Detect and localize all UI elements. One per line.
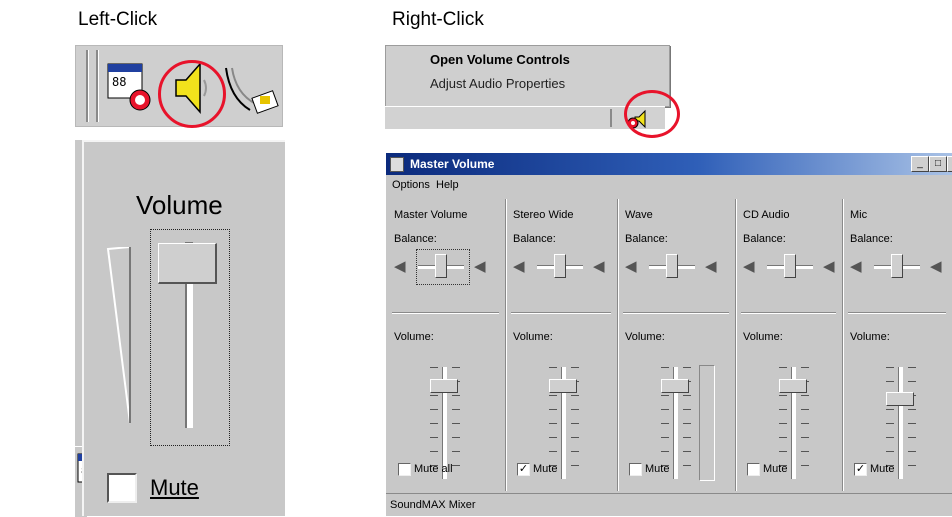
balance-label: Balance: (743, 233, 786, 245)
right-speaker-icon: ◀ (593, 258, 605, 275)
left-speaker-icon: ◀ (513, 258, 525, 275)
balance-slider-thumb[interactable] (666, 254, 678, 278)
channel-2: Wave Balance: ◀ ◀ Volume: Mute (617, 199, 736, 491)
volume-slider-thumb[interactable] (430, 379, 458, 393)
volume-slider-thumb[interactable] (886, 392, 914, 406)
mute-checkbox[interactable]: ✓ (517, 463, 530, 476)
balance-slider-thumb[interactable] (891, 254, 903, 278)
mute-label[interactable]: Mute (150, 475, 199, 501)
tray-separator (96, 50, 98, 122)
left-click-caption: Left-Click (78, 9, 158, 30)
channel-3: CD Audio Balance: ◀ ◀ Volume: Mute (735, 199, 843, 491)
channel-4: Mic Balance: ◀ ◀ Volume: ✓ Mute (842, 199, 952, 491)
volume-label: Volume: (513, 331, 553, 343)
channel-name: Wave (625, 209, 653, 221)
master-volume-window: Master Volume _ □ × Options Help Master … (386, 153, 952, 516)
mute-label[interactable]: Mute (533, 463, 557, 475)
channel-0: Master Volume Balance: ◀ ◀ Volume: Mute all (386, 199, 506, 491)
divider (392, 312, 499, 314)
balance-label: Balance: (513, 233, 556, 245)
mute-label[interactable]: Mute all (414, 463, 453, 475)
app-icon (390, 157, 404, 172)
menu-help[interactable]: Help (436, 179, 459, 191)
left-speaker-icon: ◀ (625, 258, 637, 275)
close-button[interactable]: × (947, 156, 952, 172)
svg-text:88: 88 (112, 75, 126, 89)
volume-label: Volume: (625, 331, 665, 343)
volume-slider-thumb[interactable] (158, 243, 217, 284)
menu-item-label: Adjust Audio Properties (430, 76, 566, 91)
menu-item-open-volume-controls[interactable]: Open Volume Controls (430, 52, 570, 67)
tray-separator (86, 50, 88, 122)
volume-slider-track[interactable] (898, 367, 903, 479)
mute-checkbox[interactable]: ✓ (854, 463, 867, 476)
highlight-circle (158, 60, 226, 128)
channel-name: Mic (850, 209, 868, 221)
balance-label: Balance: (394, 233, 437, 245)
balance-label: Balance: (850, 233, 893, 245)
volume-label: Volume: (743, 331, 783, 343)
peak-meter (699, 365, 715, 481)
balance-label: Balance: (625, 233, 668, 245)
menu-item-adjust-audio-properties[interactable]: Adjust Audio Properties (430, 76, 565, 91)
divider (511, 312, 611, 314)
right-speaker-icon: ◀ (474, 258, 486, 275)
mute-label[interactable]: Mute (645, 463, 669, 475)
mute-checkbox[interactable] (747, 463, 760, 476)
mute-label[interactable]: Mute (763, 463, 787, 475)
mute-checkbox[interactable] (629, 463, 642, 476)
status-text: SoundMAX Mixer (390, 499, 476, 511)
right-speaker-icon: ◀ (705, 258, 717, 275)
menu-item-label: Open Volume Controls (430, 52, 570, 67)
mute-checkbox[interactable] (107, 473, 137, 503)
right-speaker-icon: ◀ (930, 258, 942, 275)
mute-label[interactable]: Mute (870, 463, 894, 475)
minimize-button[interactable]: _ (911, 156, 929, 172)
window-title: Master Volume (410, 157, 495, 171)
title-bar: Master Volume _ □ × (386, 153, 952, 175)
right-click-caption: Right-Click (392, 9, 484, 30)
scheduler-icon[interactable]: 88 (104, 60, 160, 116)
channel-name: Master Volume (394, 209, 468, 221)
tray-separator (610, 109, 612, 127)
volume-label: Volume: (850, 331, 890, 343)
left-speaker-icon: ◀ (850, 258, 862, 275)
volume-slider-thumb[interactable] (661, 379, 689, 393)
volume-slider-thumb[interactable] (549, 379, 577, 393)
menu-options[interactable]: Options (392, 179, 430, 191)
menu-bar: Options Help (386, 175, 952, 195)
mute-label-text: Mute (150, 475, 199, 500)
volume-title: Volume (136, 190, 223, 220)
divider (623, 312, 729, 314)
right-speaker-icon: ◀ (823, 258, 835, 275)
volume-slider-thumb[interactable] (779, 379, 807, 393)
volume-popup: Volume Mute (82, 140, 285, 516)
left-speaker-icon: ◀ (394, 258, 406, 275)
maximize-button[interactable]: □ (929, 156, 947, 172)
channel-name: CD Audio (743, 209, 790, 221)
balance-slider-thumb[interactable] (554, 254, 566, 278)
network-icon[interactable] (220, 58, 282, 120)
mute-checkbox[interactable] (398, 463, 411, 476)
status-bar: SoundMAX Mixer (386, 493, 952, 516)
volume-label: Volume: (394, 331, 434, 343)
left-speaker-icon: ◀ (743, 258, 755, 275)
system-tray: 88 (75, 45, 283, 128)
channel-1: Stereo Wide Balance: ◀ ◀ Volume: ✓ Mute (505, 199, 618, 491)
balance-slider-thumb[interactable] (784, 254, 796, 278)
context-menu: Open Volume Controls Adjust Audio Proper… (385, 45, 670, 107)
divider (848, 312, 946, 314)
divider (741, 312, 836, 314)
volume-level-wedge (106, 247, 131, 424)
channel-name: Stereo Wide (513, 209, 574, 221)
focus-rect (416, 249, 470, 285)
taskbar-strip (385, 106, 665, 129)
highlight-circle (624, 90, 680, 138)
